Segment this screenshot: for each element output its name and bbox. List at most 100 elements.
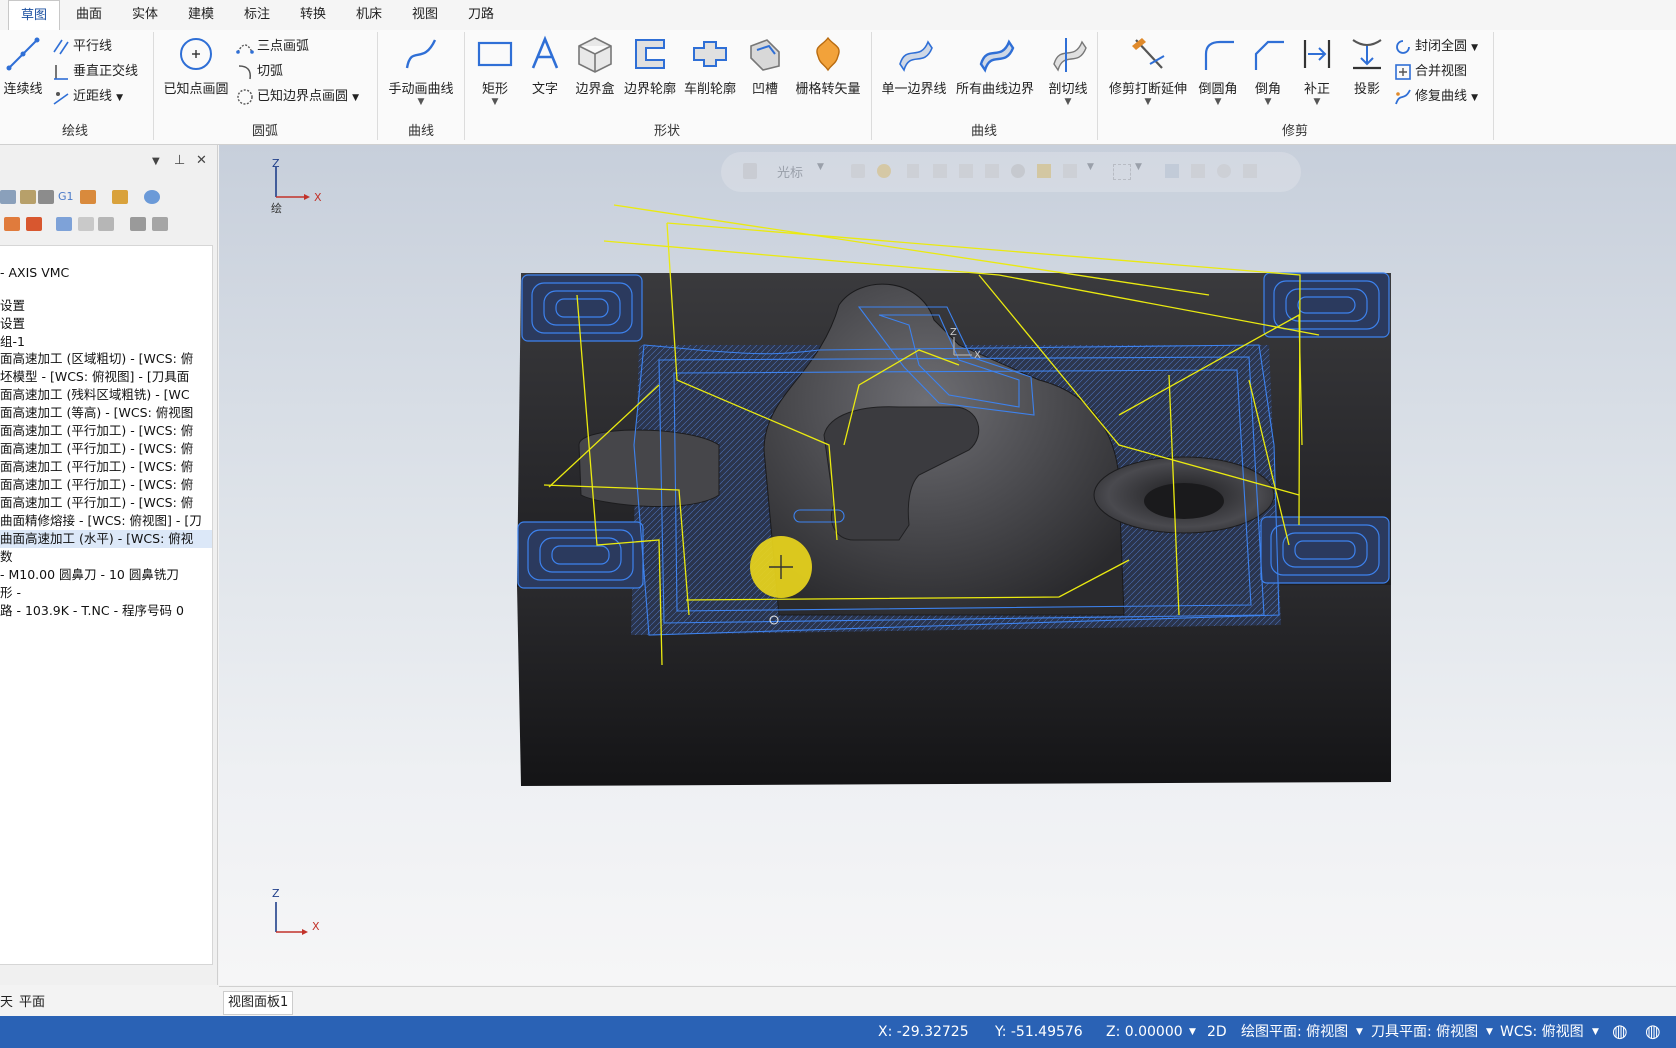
- grid-vector-label: 栅格转矢量: [795, 82, 861, 97]
- move-icon[interactable]: [98, 217, 114, 231]
- tree-item[interactable]: 面高速加工 (区域粗切) - [WCS: 俯: [0, 350, 193, 368]
- status-wcs[interactable]: WCS: 俯视图: [1500, 1016, 1584, 1048]
- part-axis-z: Z: [950, 327, 957, 338]
- tree-item[interactable]: 形 -: [0, 584, 21, 602]
- g1-icon[interactable]: G1: [58, 190, 74, 204]
- status-draw-plane[interactable]: 绘图平面: 俯视图: [1241, 1016, 1348, 1048]
- filter-icon[interactable]: [130, 217, 146, 231]
- chevron-down-icon[interactable]: ▼: [1486, 1016, 1493, 1048]
- chevron-down-icon[interactable]: ▼: [1189, 1016, 1196, 1048]
- close-icon[interactable]: ✕: [196, 153, 207, 168]
- copy-icon[interactable]: [78, 217, 94, 231]
- offset-button[interactable]: 补正 ▼: [1294, 34, 1340, 107]
- tree-item[interactable]: - M10.00 圆鼻刀 - 10 圆鼻铣刀: [0, 566, 179, 584]
- select-toolpath-icon[interactable]: [56, 217, 72, 231]
- bounding-box-button[interactable]: 边界盒: [570, 34, 620, 97]
- join-view-button[interactable]: 合并视图: [1394, 61, 1467, 83]
- parallel-line-button[interactable]: 平行线: [52, 36, 112, 58]
- status-tool-plane[interactable]: 刀具平面: 俯视图: [1371, 1016, 1478, 1048]
- fillet-button[interactable]: 倒圆角 ▼: [1194, 34, 1242, 107]
- select-invalid-icon[interactable]: [20, 190, 36, 204]
- group-label-curves: 曲线: [407, 124, 434, 139]
- toolpath-manager-panel: ▼ ⊥ ✕ G1 - AXIS VMC 设置 设置 组-1 面高速加工 (区域粗…: [0, 145, 218, 1010]
- chevron-down-icon[interactable]: ▼: [1356, 1016, 1363, 1048]
- edge-point-circle-button[interactable]: 已知边界点画圆 ▼: [236, 86, 359, 108]
- tab-dimension[interactable]: 标注: [234, 0, 280, 29]
- circle-center-button[interactable]: 已知点画圆: [158, 34, 234, 97]
- tree-item[interactable]: 组-1: [0, 333, 25, 351]
- group-separator: [1493, 32, 1494, 140]
- tree-item[interactable]: 面高速加工 (等高) - [WCS: 俯视图: [0, 404, 193, 422]
- status-2d-toggle[interactable]: 2D: [1207, 1016, 1227, 1048]
- closest-line-icon: [53, 91, 69, 105]
- move-up-down-icon[interactable]: [26, 217, 42, 231]
- tab-solid[interactable]: 实体: [122, 0, 168, 29]
- tab-plane[interactable]: 平面: [19, 991, 45, 1010]
- trim-break-extend-button[interactable]: 修剪打断延伸 ▼: [1106, 34, 1190, 107]
- select-all-icon[interactable]: [0, 190, 16, 204]
- repair-curve-button[interactable]: 修复曲线 ▼: [1394, 86, 1478, 108]
- part-model-with-toolpaths[interactable]: Z X: [219, 145, 1676, 985]
- tree-item[interactable]: - AXIS VMC: [0, 264, 69, 282]
- chamfer-button[interactable]: 倒角 ▼: [1244, 34, 1292, 107]
- text-button[interactable]: 文字: [520, 34, 570, 97]
- edge-point-circle-icon: [237, 88, 253, 105]
- tree-item[interactable]: 设置: [0, 315, 25, 333]
- boundary-profile-button[interactable]: 边界轮廓: [620, 34, 680, 97]
- settings-icon[interactable]: [152, 217, 168, 231]
- tree-item[interactable]: 路 - 103.9K - T.NC - 程序号码 0: [0, 602, 184, 620]
- chevron-down-icon: ▼: [1064, 97, 1072, 107]
- tab-surface[interactable]: 曲面: [66, 0, 112, 29]
- tab-machine[interactable]: 机床: [346, 0, 392, 29]
- chevron-down-icon[interactable]: ▼: [1592, 1016, 1599, 1048]
- regenerate-icon[interactable]: [38, 190, 54, 204]
- all-edges-icon: [979, 39, 1015, 73]
- lock-icon[interactable]: [4, 217, 20, 231]
- panel-menu-icon[interactable]: ▼: [152, 156, 160, 167]
- status-z-coordinate[interactable]: Z: 0.00000: [1106, 1016, 1183, 1048]
- closest-line-button[interactable]: 近距线 ▼: [52, 86, 123, 108]
- tangent-arc-button[interactable]: 切弧: [236, 61, 283, 83]
- post-icon[interactable]: [80, 190, 96, 204]
- tab-view-sheet-1[interactable]: 视图面板1: [223, 991, 294, 1015]
- offset-label: 补正: [1303, 82, 1330, 97]
- verify-icon[interactable]: [112, 190, 128, 204]
- tree-item[interactable]: 曲面精修熔接 - [WCS: 俯视图] - [刀: [0, 512, 202, 530]
- tree-item[interactable]: 坯模型 - [WCS: 俯视图] - [刀具面: [0, 368, 189, 386]
- tree-item[interactable]: 面高速加工 (残料区域粗铣) - [WC: [0, 386, 190, 404]
- globe-settings-icon[interactable]: ◍: [1645, 1016, 1661, 1048]
- help-icon[interactable]: [144, 190, 160, 204]
- tab-view[interactable]: 视图: [402, 0, 448, 29]
- tab-transform[interactable]: 转换: [290, 0, 336, 29]
- chamfer-icon: [1254, 40, 1284, 70]
- all-edges-button[interactable]: 所有曲线边界: [952, 34, 1038, 97]
- tree-item[interactable]: 面高速加工 (平行加工) - [WCS: 俯: [0, 440, 193, 458]
- tree-item[interactable]: 面高速加工 (平行加工) - [WCS: 俯: [0, 422, 193, 440]
- project-button[interactable]: 投影: [1344, 34, 1390, 97]
- tree-item[interactable]: 数: [0, 548, 13, 566]
- rectangle-button[interactable]: 矩形 ▼: [470, 34, 520, 107]
- tab-left-1[interactable]: 天: [0, 991, 13, 1010]
- manual-curve-button[interactable]: 手动画曲线 ▼: [382, 34, 460, 107]
- continuous-line-button[interactable]: 连续线: [0, 34, 46, 97]
- grid-vector-button[interactable]: 栅格转矢量: [790, 34, 866, 97]
- graphics-viewport[interactable]: Z X 绘 光标 ▼ ▼ ▼ Z X Z X: [219, 145, 1676, 985]
- tree-item[interactable]: 面高速加工 (平行加工) - [WCS: 俯: [0, 494, 193, 512]
- tree-item[interactable]: 面高速加工 (平行加工) - [WCS: 俯: [0, 458, 193, 476]
- tree-item[interactable]: 设置: [0, 297, 25, 315]
- pin-icon[interactable]: ⊥: [174, 153, 185, 168]
- groove-button[interactable]: 凹槽: [740, 34, 790, 97]
- close-arc-button[interactable]: 封闭全圆 ▼: [1394, 36, 1478, 58]
- section-line-button[interactable]: 剖切线 ▼: [1038, 34, 1098, 107]
- globe-icon[interactable]: ◍: [1612, 1016, 1628, 1048]
- tab-toolpath[interactable]: 刀路: [458, 0, 504, 29]
- single-edge-button[interactable]: 单一边界线: [876, 34, 952, 97]
- tree-item[interactable]: 面高速加工 (平行加工) - [WCS: 俯: [0, 476, 193, 494]
- turn-profile-button[interactable]: 车削轮廓: [680, 34, 740, 97]
- three-point-arc-button[interactable]: 三点画弧: [236, 36, 309, 58]
- section-line-icon: [1053, 38, 1087, 72]
- perpendicular-line-button[interactable]: 垂直正交线: [52, 61, 138, 83]
- tree-item-selected[interactable]: 曲面高速加工 (水平) - [WCS: 俯视: [0, 530, 212, 548]
- tab-sketch[interactable]: 草图: [8, 0, 60, 31]
- tab-model[interactable]: 建模: [178, 0, 224, 29]
